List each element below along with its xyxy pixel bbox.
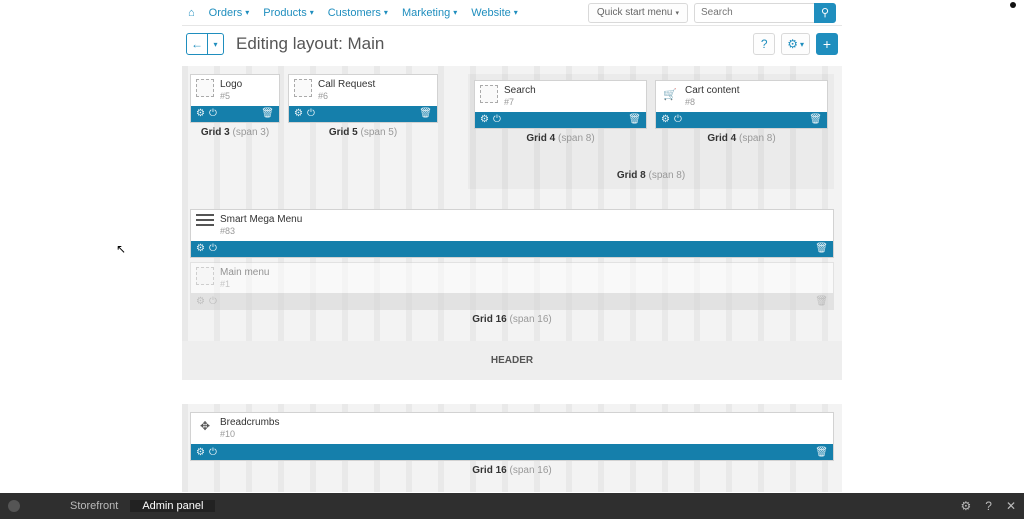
caret-icon: ▾ (384, 8, 388, 17)
placeholder-icon (196, 79, 214, 97)
block-title: Smart Mega Menu (220, 214, 302, 226)
gear-icon[interactable]: ⚙ (196, 296, 205, 307)
caret-icon: ▾ (310, 8, 314, 17)
search-button[interactable]: ⚲ (814, 3, 836, 23)
grid-label: Grid 3 (span 3) (190, 123, 280, 146)
search-input[interactable] (694, 3, 814, 23)
power-icon[interactable]: ⏻ (209, 243, 217, 254)
close-icon[interactable]: ✕ (1006, 499, 1016, 513)
bottom-taskbar: Storefront Admin panel ⚙ ? ✕ (0, 493, 1024, 519)
gear-icon: ⚙ (787, 37, 798, 51)
caret-icon: ▾ (514, 8, 518, 17)
block-id: #8 (685, 97, 739, 108)
plus-icon: + (823, 36, 831, 52)
block-title: Breadcrumbs (220, 417, 279, 429)
cart-icon: 🛒 (661, 85, 679, 103)
trash-icon[interactable]: 🗑 (809, 114, 822, 125)
nav-orders[interactable]: Orders▾ (209, 7, 250, 19)
nav-customers[interactable]: Customers▾ (328, 7, 388, 19)
block-title: Search (504, 85, 536, 97)
cursor-icon: ↖ (116, 242, 126, 256)
back-dropdown[interactable]: ▾ (208, 33, 224, 55)
title-bar: ← ▾ Editing layout: Main ? ⚙▾ + (182, 26, 842, 62)
back-button[interactable]: ← (186, 33, 208, 55)
trash-icon[interactable]: 🗑 (815, 296, 828, 307)
block-title: Logo (220, 79, 242, 91)
grid-label: Grid 4 (span 8) (474, 129, 647, 152)
tab-admin-panel[interactable]: Admin panel (130, 500, 215, 512)
grid-label: Grid 16 (span 16) (190, 461, 834, 484)
caret-icon: ▾ (675, 9, 679, 17)
help-icon: ? (761, 37, 768, 51)
power-icon[interactable]: ⏻ (209, 296, 217, 307)
block-cart[interactable]: 🛒 Cart content #8 ⚙ ⏻ 🗑 (655, 80, 828, 129)
placeholder-icon (196, 267, 214, 285)
search-icon: ⚲ (821, 6, 829, 19)
page-title: Editing layout: Main (236, 34, 384, 54)
settings-button[interactable]: ⚙▾ (781, 33, 810, 55)
block-search[interactable]: Search #7 ⚙ ⏻ 🗑 (474, 80, 647, 129)
trash-icon[interactable]: 🗑 (815, 447, 828, 458)
help-button[interactable]: ? (753, 33, 775, 55)
caret-icon: ▾ (245, 8, 249, 17)
grid-label: Grid 4 (span 8) (655, 129, 828, 152)
nav-website[interactable]: Website▾ (471, 7, 518, 19)
power-icon[interactable]: ⏻ (493, 114, 501, 125)
power-icon[interactable]: ⏻ (209, 447, 217, 458)
trash-icon[interactable]: 🗑 (628, 114, 641, 125)
block-id: #83 (220, 226, 302, 237)
block-id: #10 (220, 429, 279, 440)
top-navbar: ⌂ Orders▾ Products▾ Customers▾ Marketing… (182, 0, 842, 26)
block-id: #6 (318, 91, 375, 102)
app-logo-icon (8, 500, 20, 512)
block-title: Cart content (685, 85, 739, 97)
gear-icon[interactable]: ⚙ (196, 243, 205, 254)
nav-products[interactable]: Products▾ (263, 7, 313, 19)
layout-container-crumbs: ✥ Breadcrumbs #10 ⚙ ⏻ 🗑 Grid 16 (span 16) (182, 404, 842, 492)
trash-icon[interactable]: 🗑 (419, 108, 432, 119)
block-id: #1 (220, 279, 269, 290)
grid-label: Grid 16 (span 16) (190, 310, 834, 333)
gear-icon[interactable]: ⚙ (294, 108, 303, 119)
layout-container-top: Logo #5 ⚙ ⏻ 🗑 Grid 3 (span 3) (182, 66, 842, 341)
section-header: HEADER (182, 341, 842, 380)
trash-icon[interactable]: 🗑 (815, 243, 828, 254)
block-logo[interactable]: Logo #5 ⚙ ⏻ 🗑 (190, 74, 280, 123)
help-icon[interactable]: ? (985, 499, 992, 513)
grid-label: Grid 5 (span 5) (288, 123, 438, 146)
block-call-request[interactable]: Call Request #6 ⚙ ⏻ 🗑 (288, 74, 438, 123)
placeholder-icon (480, 85, 498, 103)
recording-indicator (1010, 2, 1016, 8)
caret-icon: ▾ (213, 40, 217, 49)
block-id: #5 (220, 91, 242, 102)
global-search: ⚲ (694, 3, 836, 23)
gear-icon[interactable]: ⚙ (661, 114, 670, 125)
quick-start-menu[interactable]: Quick start menu▾ (588, 3, 688, 23)
home-icon[interactable]: ⌂ (188, 7, 195, 19)
grid-label: Grid 8 (span 8) (474, 152, 828, 189)
block-title: Main menu (220, 267, 269, 279)
power-icon[interactable]: ⏻ (674, 114, 682, 125)
arrow-left-icon: ← (191, 37, 203, 51)
gear-icon[interactable]: ⚙ (196, 108, 205, 119)
gear-icon[interactable]: ⚙ (960, 499, 971, 513)
power-icon[interactable]: ⏻ (209, 108, 217, 119)
gear-icon[interactable]: ⚙ (196, 447, 205, 458)
guide-icon: ✥ (196, 417, 214, 435)
block-mega-menu[interactable]: Smart Mega Menu #83 ⚙ ⏻ 🗑 (190, 209, 834, 258)
add-button[interactable]: + (816, 33, 838, 55)
trash-icon[interactable]: 🗑 (261, 108, 274, 119)
menu-icon (196, 214, 214, 228)
block-title: Call Request (318, 79, 375, 91)
gear-icon[interactable]: ⚙ (480, 114, 489, 125)
block-breadcrumbs[interactable]: ✥ Breadcrumbs #10 ⚙ ⏻ 🗑 (190, 412, 834, 461)
tab-storefront[interactable]: Storefront (58, 500, 130, 512)
nav-marketing[interactable]: Marketing▾ (402, 7, 457, 19)
power-icon[interactable]: ⏻ (307, 108, 315, 119)
caret-icon: ▾ (800, 40, 804, 49)
caret-icon: ▾ (453, 8, 457, 17)
block-id: #7 (504, 97, 536, 108)
placeholder-icon (294, 79, 312, 97)
block-main-menu[interactable]: Main menu #1 ⚙ ⏻ 🗑 (190, 262, 834, 311)
